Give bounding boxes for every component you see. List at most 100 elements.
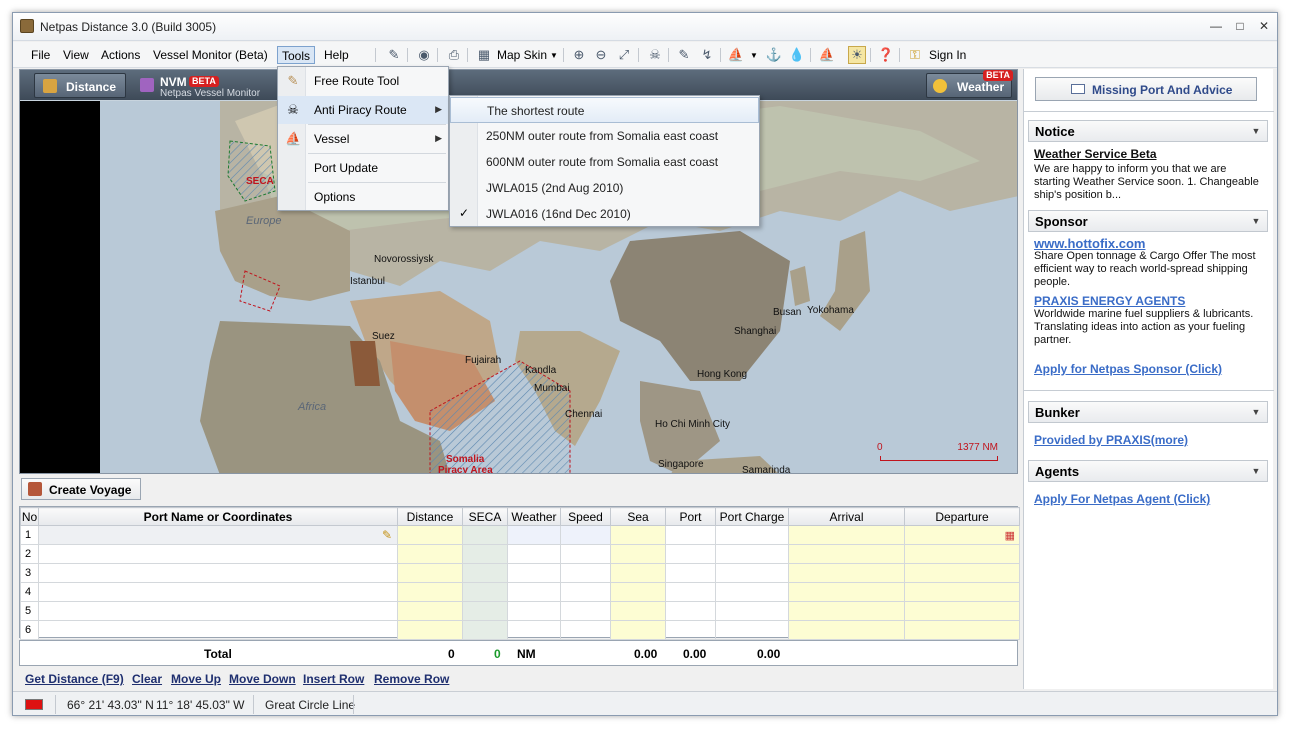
port-name-cell[interactable]: ✎ [38, 525, 398, 545]
header-weather[interactable]: Weather [507, 507, 561, 526]
help-icon[interactable]: ❓ [877, 46, 895, 64]
chevron-down-icon[interactable]: ▼ [550, 51, 558, 60]
port-name-cell[interactable] [38, 563, 398, 583]
zoom-in-icon[interactable]: ⊕ [570, 46, 588, 64]
weather-cell[interactable] [507, 582, 561, 602]
maximize-icon[interactable]: □ [1231, 19, 1249, 33]
port-charge-cell[interactable] [715, 544, 789, 564]
menu-item-free-route-tool[interactable]: ✎ Free Route Tool [278, 67, 448, 95]
tab-weather[interactable]: Weather BETA [926, 70, 1013, 98]
menu-view[interactable]: View [59, 46, 93, 64]
chevron-down-icon[interactable]: ▼ [1249, 405, 1263, 419]
speed-cell[interactable] [560, 620, 611, 640]
sign-in-button[interactable]: Sign In [929, 48, 966, 62]
header-seca[interactable]: SECA [462, 507, 508, 526]
header-departure[interactable]: Departure [904, 507, 1020, 526]
speed-cell[interactable] [560, 563, 611, 583]
port-charge-cell[interactable] [715, 525, 789, 545]
city-busan[interactable]: Busan [773, 307, 801, 318]
move-down-link[interactable]: Move Down [229, 672, 296, 686]
vessel-monitor-icon[interactable]: ⛵ [818, 46, 836, 64]
header-sea[interactable]: Sea [610, 507, 666, 526]
speed-cell[interactable] [560, 582, 611, 602]
sea-cell[interactable] [610, 582, 666, 602]
port-charge-cell[interactable] [715, 582, 789, 602]
city-mumbai[interactable]: Mumbai [534, 383, 570, 394]
missing-port-button[interactable]: Missing Port And Advice [1035, 77, 1257, 101]
header-speed[interactable]: Speed [560, 507, 611, 526]
weather-cell[interactable] [507, 620, 561, 640]
menu-vessel-monitor[interactable]: Vessel Monitor (Beta) [149, 46, 272, 64]
sea-cell[interactable] [610, 620, 666, 640]
weather-icon[interactable]: ☀ [848, 46, 866, 64]
bunker-praxis-link[interactable]: Provided by PRAXIS(more) [1034, 433, 1188, 447]
port-cell[interactable] [665, 582, 716, 602]
distance-cell[interactable] [397, 525, 463, 545]
table-row[interactable]: 1 ✎ ▦ [20, 525, 1020, 545]
menu-item-port-update[interactable]: Port Update [278, 154, 448, 182]
header-port[interactable]: Port [665, 507, 716, 526]
weather-cell[interactable] [507, 563, 561, 583]
pencil-icon[interactable]: ✎ [382, 528, 392, 542]
port-cell[interactable] [665, 601, 716, 621]
clear-link[interactable]: Clear [132, 672, 162, 686]
bunker-header[interactable]: Bunker ▼ [1028, 401, 1268, 423]
submenu-item-jwla015[interactable]: JWLA015 (2nd Aug 2010) [450, 175, 759, 201]
departure-cell[interactable] [904, 544, 1020, 564]
departure-cell[interactable]: ▦ [904, 525, 1020, 545]
weather-cell[interactable] [507, 601, 561, 621]
chevron-down-icon[interactable]: ▼ [1249, 214, 1263, 228]
seca-cell[interactable] [462, 601, 508, 621]
header-port-name[interactable]: Port Name or Coordinates [38, 507, 398, 526]
move-up-link[interactable]: Move Up [171, 672, 221, 686]
distance-cell[interactable] [397, 620, 463, 640]
sponsor-link-hottofix[interactable]: www.hottofix.com [1034, 236, 1145, 251]
create-voyage-button[interactable]: Create Voyage [21, 478, 141, 500]
port-cell[interactable] [665, 620, 716, 640]
chevron-down-icon[interactable]: ▼ [1249, 124, 1263, 138]
city-hongkong[interactable]: Hong Kong [697, 369, 747, 380]
port-name-cell[interactable] [38, 620, 398, 640]
city-yokohama[interactable]: Yokohama [807, 305, 854, 316]
port-name-cell[interactable] [38, 601, 398, 621]
apply-agent-link[interactable]: Apply For Netpas Agent (Click) [1034, 492, 1210, 506]
submenu-item-250nm-route[interactable]: 250NM outer route from Somalia east coas… [450, 123, 759, 149]
sponsor-link-praxis[interactable]: PRAXIS ENERGY AGENTS [1034, 294, 1185, 308]
close-icon[interactable]: ✕ [1255, 19, 1273, 33]
fit-screen-icon[interactable]: ⤢ [615, 46, 633, 64]
port-charge-cell[interactable] [715, 601, 789, 621]
weather-cell[interactable] [507, 544, 561, 564]
insert-row-link[interactable]: Insert Row [303, 672, 364, 686]
header-arrival[interactable]: Arrival [788, 507, 905, 526]
city-chennai[interactable]: Chennai [565, 409, 602, 420]
notice-header[interactable]: Notice ▼ [1028, 120, 1268, 142]
submenu-item-600nm-route[interactable]: 600NM outer route from Somalia east coas… [450, 149, 759, 175]
departure-cell[interactable] [904, 620, 1020, 640]
pirate-icon[interactable]: ☠ [646, 46, 664, 64]
fuel-drop-icon[interactable]: 💧 [788, 46, 806, 64]
city-shanghai[interactable]: Shanghai [734, 326, 776, 337]
sea-cell[interactable] [610, 563, 666, 583]
city-novorossiysk[interactable]: Novorossiysk [374, 254, 433, 265]
sea-cell[interactable] [610, 601, 666, 621]
minimize-icon[interactable]: — [1207, 19, 1225, 33]
get-distance-link[interactable]: Get Distance (F9) [25, 672, 124, 686]
table-row[interactable]: 5 [20, 601, 1020, 621]
arrival-cell[interactable] [788, 601, 905, 621]
submenu-item-jwla016[interactable]: ✓ JWLA016 (16nd Dec 2010) [450, 201, 759, 227]
city-hochiminh[interactable]: Ho Chi Minh City [655, 419, 730, 430]
port-icon[interactable]: ⚓ [765, 46, 783, 64]
header-port-charge[interactable]: Port Charge [715, 507, 789, 526]
distance-cell[interactable] [397, 601, 463, 621]
weather-cell[interactable] [507, 525, 561, 545]
sea-cell[interactable] [610, 544, 666, 564]
port-cell[interactable] [665, 544, 716, 564]
tab-distance[interactable]: Distance [34, 73, 126, 98]
table-row[interactable]: 2 [20, 544, 1020, 564]
distance-cell[interactable] [397, 544, 463, 564]
seca-cell[interactable] [462, 544, 508, 564]
table-row[interactable]: 4 [20, 582, 1020, 602]
city-suez[interactable]: Suez [372, 331, 395, 342]
arrival-cell[interactable] [788, 582, 905, 602]
speed-cell[interactable] [560, 544, 611, 564]
